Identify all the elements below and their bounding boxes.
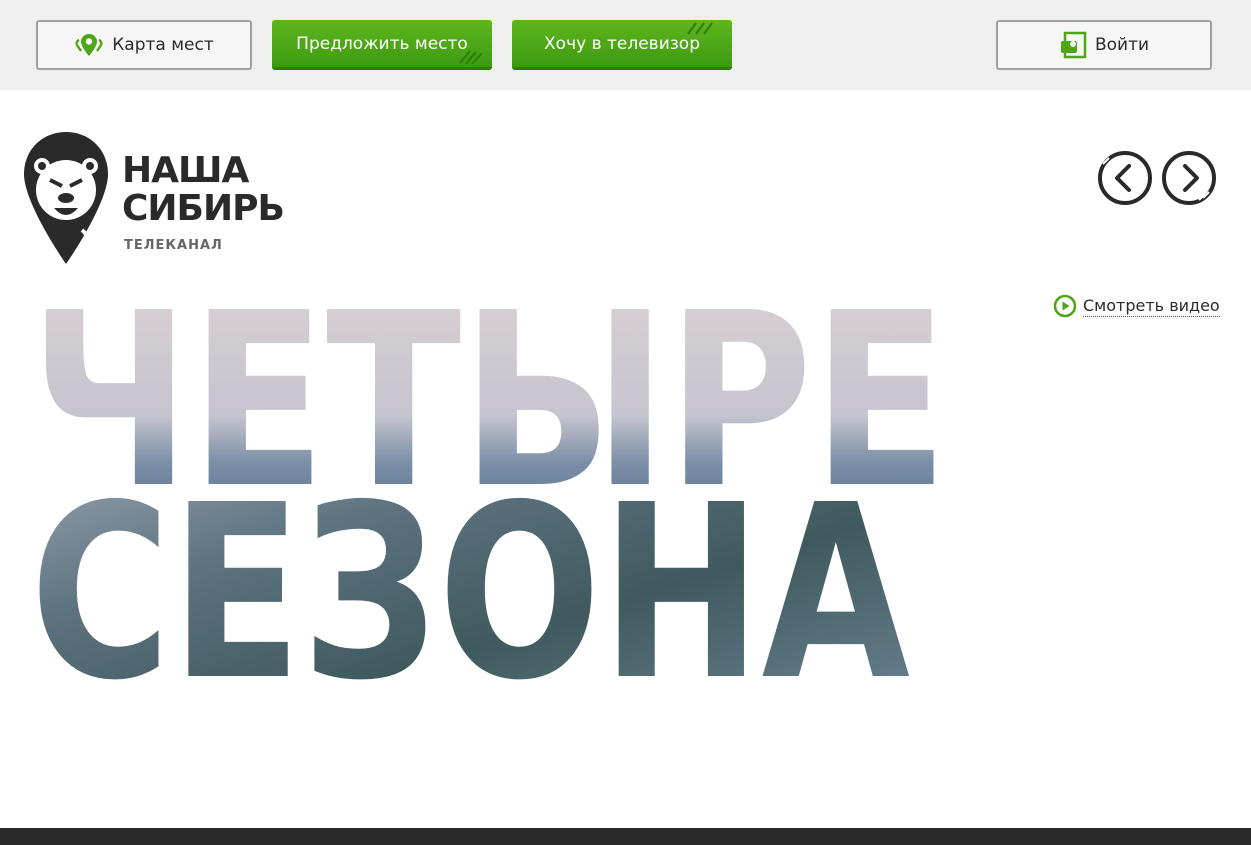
brand-name-line1: НАША (122, 150, 249, 191)
watch-video-label: Смотреть видео (1083, 295, 1220, 317)
play-icon (1053, 294, 1077, 318)
login-button-label: Войти (1094, 35, 1150, 55)
map-pin-icon (74, 32, 104, 58)
suggest-place-label: Предложить место (296, 33, 468, 54)
chevron-right-icon (1162, 151, 1216, 205)
tv-button[interactable]: Хочу в телевизор (512, 20, 732, 70)
footer-bar (0, 828, 1251, 845)
slider-next-button[interactable] (1161, 150, 1217, 206)
login-button[interactable]: Войти (996, 20, 1212, 70)
suggest-place-button[interactable]: Предложить место (272, 20, 492, 70)
top-bar: Карта мест Предложить место Хочу в телев… (0, 0, 1251, 90)
brand-name-line2: СИБИРЬ (122, 188, 285, 229)
brand-tagline: ТЕЛЕКАНАЛ (124, 238, 223, 253)
watch-video-link[interactable]: Смотреть видео (1053, 294, 1220, 318)
slider-prev-button[interactable] (1097, 150, 1153, 206)
tv-button-label: Хочу в телевизор (544, 33, 700, 54)
map-button[interactable]: Карта мест (36, 20, 252, 70)
chevron-left-icon (1098, 151, 1152, 205)
hero-title: ЧЕТЫРЕ СЕЗОНА (30, 300, 948, 690)
bear-door-icon (1059, 31, 1087, 59)
bear-logo-icon[interactable] (22, 130, 110, 270)
hero-title-line2: СЕЗОНА (30, 453, 910, 690)
map-button-label: Карта мест (112, 35, 214, 55)
brand-name: НАША СИБИРЬ (122, 150, 285, 229)
